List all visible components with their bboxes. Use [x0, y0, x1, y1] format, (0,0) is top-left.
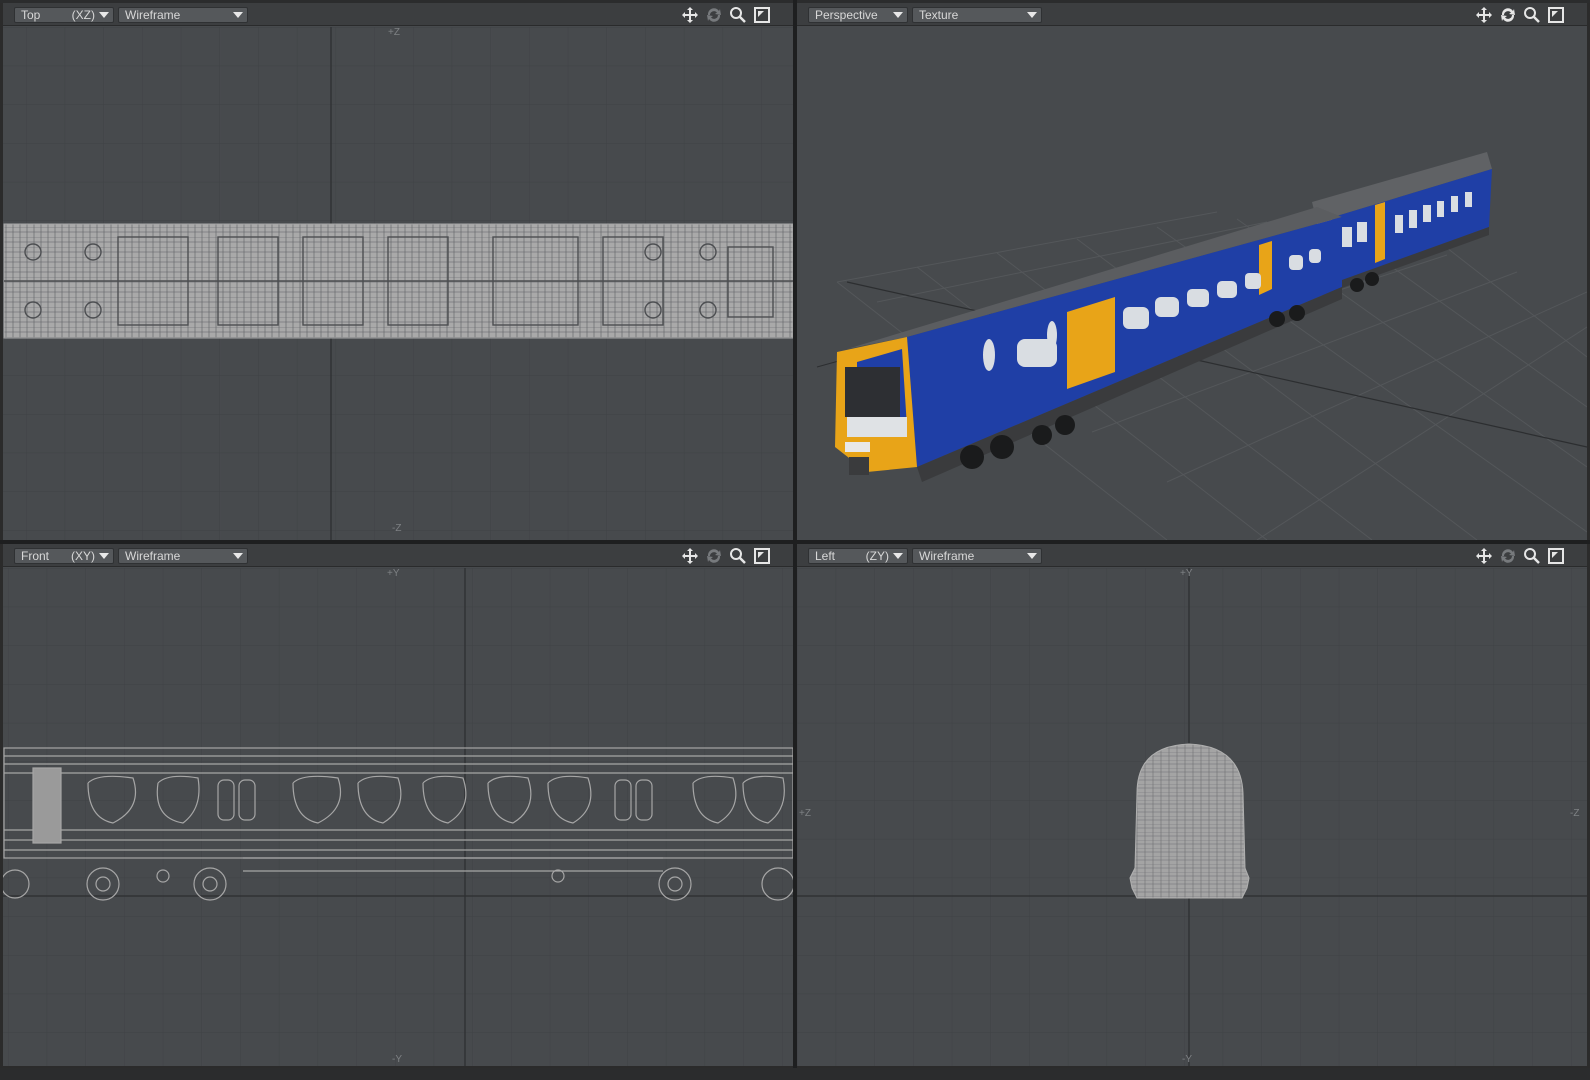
axis-label-bottom: -Y: [1182, 1054, 1192, 1065]
projection-label: (XY): [71, 549, 95, 563]
view-select[interactable]: Top (XZ): [14, 7, 114, 23]
zoom-icon[interactable]: [1522, 6, 1542, 24]
move-icon[interactable]: [1474, 6, 1494, 24]
top-grid: [3, 27, 793, 540]
viewport-canvas[interactable]: [797, 27, 1587, 540]
vertical-divider[interactable]: [793, 0, 797, 1068]
viewport-header: Top (XZ) Wireframe: [3, 3, 793, 26]
chevron-down-icon: [233, 553, 243, 559]
viewport-tools: [680, 547, 780, 565]
chevron-down-icon: [99, 12, 109, 18]
left-grid: [797, 568, 1587, 1066]
rotate-icon[interactable]: [704, 6, 724, 24]
axis-label-top: +Y: [1180, 568, 1193, 579]
perspective-scene: [797, 27, 1587, 540]
zoom-icon[interactable]: [728, 6, 748, 24]
chevron-down-icon: [233, 12, 243, 18]
viewport-header: Perspective Texture: [797, 3, 1587, 26]
viewport-front[interactable]: Front (XY) Wireframe +Y -Y: [3, 544, 793, 1066]
shading-select[interactable]: Texture: [912, 7, 1042, 23]
horizontal-divider[interactable]: [0, 540, 1590, 544]
chevron-down-icon: [1027, 12, 1037, 18]
chevron-down-icon: [893, 553, 903, 559]
shading-label: Wireframe: [125, 8, 181, 22]
view-label: Left: [815, 549, 836, 563]
shading-label: Wireframe: [125, 549, 181, 563]
chevron-down-icon: [893, 12, 903, 18]
zoom-icon[interactable]: [728, 547, 748, 565]
axis-label-left: +Z: [799, 808, 811, 819]
view-label: Top: [21, 8, 41, 22]
left-wireframe-model: [1129, 743, 1250, 899]
shading-label: Texture: [919, 8, 959, 22]
view-label: Front: [21, 549, 50, 563]
move-icon[interactable]: [1474, 547, 1494, 565]
axis-label-bottom: -Z: [392, 523, 402, 534]
shading-label: Wireframe: [919, 549, 975, 563]
move-icon[interactable]: [680, 547, 700, 565]
chevron-down-icon: [1027, 553, 1037, 559]
maximize-icon[interactable]: [1546, 6, 1566, 24]
maximize-icon[interactable]: [752, 6, 772, 24]
viewport-tools: [1474, 6, 1574, 24]
shading-select[interactable]: Wireframe: [118, 548, 248, 564]
view-select[interactable]: Perspective: [808, 7, 908, 23]
maximize-icon[interactable]: [752, 547, 772, 565]
axis-label-bottom: -Y: [392, 1054, 402, 1065]
viewport-top[interactable]: Top (XZ) Wireframe +Z -Z: [3, 3, 793, 540]
view-select[interactable]: Front (XY): [14, 548, 114, 564]
status-strip: [0, 1068, 1590, 1080]
viewport-canvas[interactable]: +Y -Y: [3, 568, 793, 1066]
projection-label: (ZY): [865, 549, 889, 563]
move-icon[interactable]: [680, 6, 700, 24]
front-grid: [3, 568, 793, 1066]
axis-label-top: +Z: [388, 27, 400, 38]
viewport-left[interactable]: Left (ZY) Wireframe +Y +Z -Z -Y: [797, 544, 1587, 1066]
axis-label-top: +Y: [387, 568, 400, 579]
rotate-icon[interactable]: [1498, 547, 1518, 565]
viewport-header: Left (ZY) Wireframe: [797, 544, 1587, 567]
projection-label: (XZ): [71, 8, 95, 22]
rotate-icon[interactable]: [704, 547, 724, 565]
view-select[interactable]: Left (ZY): [808, 548, 908, 564]
viewport-perspective[interactable]: Perspective Texture: [797, 3, 1587, 540]
zoom-icon[interactable]: [1522, 547, 1542, 565]
rotate-icon[interactable]: [1498, 6, 1518, 24]
viewport-canvas[interactable]: +Z -Z: [3, 27, 793, 540]
viewport-header: Front (XY) Wireframe: [3, 544, 793, 567]
viewport-tools: [680, 6, 780, 24]
maximize-icon[interactable]: [1546, 547, 1566, 565]
view-label: Perspective: [815, 8, 878, 22]
shading-select[interactable]: Wireframe: [912, 548, 1042, 564]
axis-label-right: -Z: [1570, 808, 1580, 819]
viewport-tools: [1474, 547, 1574, 565]
shading-select[interactable]: Wireframe: [118, 7, 248, 23]
chevron-down-icon: [99, 553, 109, 559]
viewport-canvas[interactable]: +Y +Z -Z -Y: [797, 568, 1587, 1066]
